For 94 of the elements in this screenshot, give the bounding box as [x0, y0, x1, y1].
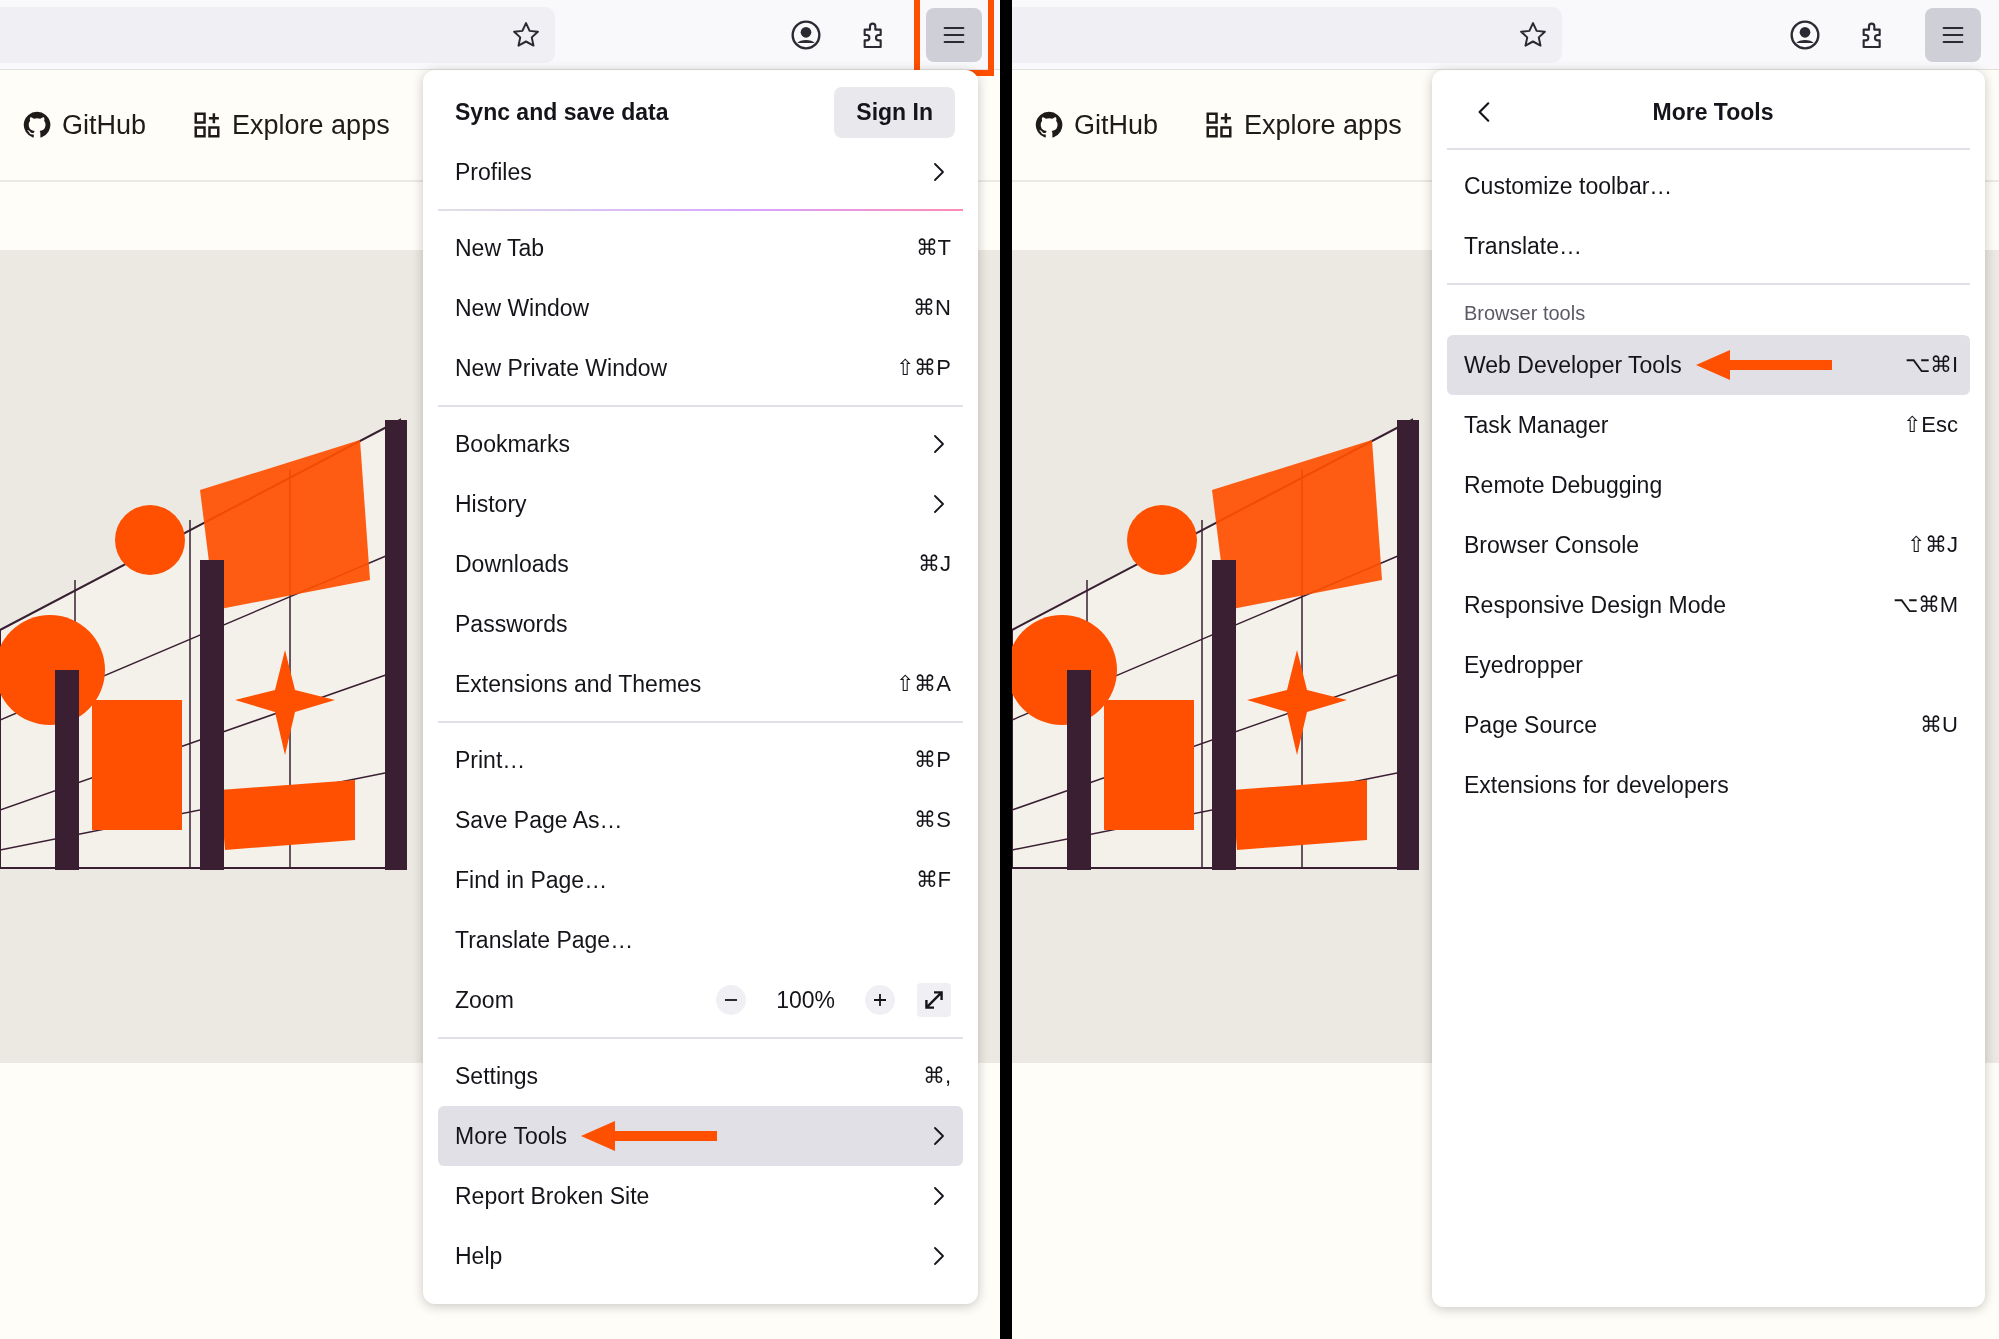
menu-item[interactable]: Web Developer Tools ⌥⌘I: [1447, 335, 1970, 395]
shortcut-label: ⌘J: [918, 551, 951, 577]
shortcut-label: ⌘S: [914, 807, 951, 833]
shortcut-label: ⌘F: [915, 867, 951, 893]
item-label: Browser Console: [1464, 531, 1640, 559]
nav-link[interactable]: GitHub: [1034, 109, 1159, 141]
sign-in-button[interactable]: Sign In: [834, 86, 955, 138]
item-label: New Tab: [455, 234, 545, 262]
nav-link[interactable]: Explore apps: [192, 109, 390, 141]
item-label: Profiles: [455, 158, 532, 186]
item-label: More Tools: [455, 1122, 568, 1150]
shortcut-label: ⇧⌘J: [1907, 532, 1958, 558]
item-label: Bookmarks: [455, 430, 571, 458]
item-label: Downloads: [455, 550, 569, 578]
menu-item[interactable]: Bookmarks: [438, 414, 963, 474]
item-label: Responsive Design Mode: [1464, 591, 1727, 619]
account-icon[interactable]: [1789, 18, 1821, 51]
item-label: Page Source: [1464, 711, 1597, 739]
item-label: Find in Page…: [455, 866, 608, 894]
plus-icon: [874, 994, 886, 1006]
shortcut-label: ⌘T: [915, 235, 951, 261]
shortcut-label: ⌘P: [914, 747, 951, 773]
item-label: Save Page As…: [455, 806, 623, 834]
menu-item[interactable]: New Tab ⌘T: [438, 218, 963, 278]
menu-item[interactable]: New Window ⌘N: [438, 278, 963, 338]
star-icon[interactable]: [511, 19, 541, 50]
menu-item[interactable]: Report Broken Site: [438, 1166, 963, 1226]
item-label: Web Developer Tools: [1464, 351, 1682, 379]
menu-item[interactable]: Remote Debugging: [1447, 455, 1970, 515]
item-label: Extensions for developers: [1464, 771, 1729, 799]
menu-item[interactable]: Settings ⌘,: [438, 1046, 963, 1106]
minus-icon: [725, 999, 738, 1001]
item-label: History: [455, 490, 527, 518]
item-label: Translate…: [1464, 232, 1583, 260]
shortcut-label: ⌥⌘I: [1904, 352, 1958, 378]
item-label: New Private Window: [455, 354, 668, 382]
apps-grid-icon: [1204, 110, 1235, 140]
zoom-out-button[interactable]: [716, 985, 747, 1015]
github-icon: [1034, 110, 1064, 140]
menu-button[interactable]: [1925, 7, 1981, 62]
menu-item[interactable]: Responsive Design Mode ⌥⌘M: [1447, 575, 1970, 635]
menu-item[interactable]: Print… ⌘P: [438, 730, 963, 790]
shortcut-label: ⌥⌘M: [1892, 592, 1958, 618]
menu-item[interactable]: History: [438, 474, 963, 534]
menu-item[interactable]: Translate Page…: [438, 910, 963, 970]
item-label: New Window: [455, 294, 590, 322]
zoom-level: 100%: [776, 986, 835, 1014]
menu-item[interactable]: Profiles: [438, 142, 963, 202]
menu-heading: More Tools: [1651, 98, 1775, 126]
menu-item[interactable]: Find in Page… ⌘F: [438, 850, 963, 910]
item-label: Eyedropper: [1464, 651, 1583, 679]
item-label: Translate Page…: [455, 926, 634, 954]
item-label: Help: [455, 1242, 503, 1270]
apps-grid-icon: [192, 110, 223, 140]
shortcut-label: ⇧Esc: [1903, 412, 1958, 438]
menu-heading: Sync and save data: [455, 98, 669, 126]
shortcut-label: ⌘U: [1920, 712, 1958, 738]
star-icon[interactable]: [1518, 19, 1548, 50]
fullscreen-button[interactable]: [917, 983, 951, 1017]
section-heading: Browser tools: [1463, 301, 1587, 326]
github-icon: [22, 110, 52, 140]
menu-item[interactable]: Page Source ⌘U: [1447, 695, 1970, 755]
menu-button[interactable]: [926, 7, 982, 62]
shortcut-label: ⌘,: [922, 1063, 951, 1089]
menu-item[interactable]: Extensions for developers: [1447, 755, 1970, 815]
menu-item[interactable]: Extensions and Themes ⇧⌘A: [438, 654, 963, 714]
menu-item[interactable]: Customize toolbar…: [1447, 156, 1970, 216]
item-label: Report Broken Site: [455, 1182, 650, 1210]
nav-link[interactable]: Explore apps: [1204, 109, 1402, 141]
menu-item[interactable]: New Private Window ⇧⌘P: [438, 338, 963, 398]
zoom-in-button[interactable]: [865, 985, 895, 1015]
menu-item[interactable]: Downloads ⌘J: [438, 534, 963, 594]
account-icon[interactable]: [790, 18, 822, 51]
menu-item[interactable]: Passwords: [438, 594, 963, 654]
menu-item[interactable]: More Tools: [438, 1106, 963, 1166]
item-label: Print…: [455, 746, 526, 774]
item-label: Extensions and Themes: [455, 670, 702, 698]
item-label: Passwords: [455, 610, 568, 638]
menu-item[interactable]: Task Manager ⇧Esc: [1447, 395, 1970, 455]
item-label: Customize toolbar…: [1464, 172, 1673, 200]
menu-item[interactable]: Translate…: [1447, 216, 1970, 276]
item-label: Remote Debugging: [1464, 471, 1663, 499]
nav-link[interactable]: GitHub: [22, 109, 147, 141]
shortcut-label: ⌘N: [913, 295, 951, 321]
menu-item[interactable]: Help: [438, 1226, 963, 1286]
menu-item[interactable]: Eyedropper: [1447, 635, 1970, 695]
item-label: Task Manager: [1464, 411, 1609, 439]
menu-item[interactable]: Browser Console ⇧⌘J: [1447, 515, 1970, 575]
item-label: Settings: [455, 1062, 539, 1090]
shortcut-label: ⇧⌘P: [896, 355, 951, 381]
shortcut-label: ⇧⌘A: [896, 671, 951, 697]
item-label: Zoom: [455, 986, 514, 1014]
menu-item[interactable]: Save Page As… ⌘S: [438, 790, 963, 850]
menu-item[interactable]: Zoom 100%: [438, 970, 963, 1030]
